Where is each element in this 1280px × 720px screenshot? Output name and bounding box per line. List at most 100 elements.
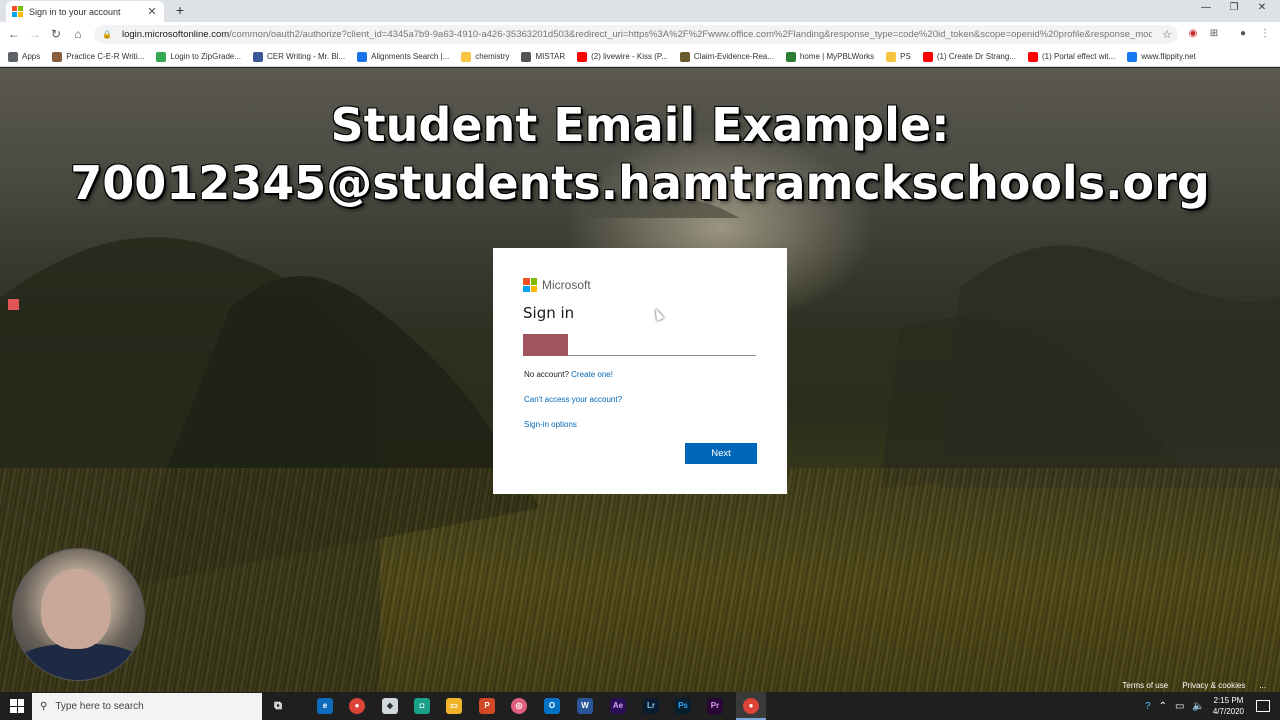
new-tab-button[interactable]: +: [172, 3, 188, 19]
extension-icon[interactable]: ◉: [1186, 27, 1200, 41]
bookmark-favicon-icon: [521, 51, 532, 62]
bookmark-label: (1) Create Dr Strang...: [936, 52, 1016, 61]
bookmark-favicon-icon: [1027, 51, 1038, 62]
photoshop-icon[interactable]: Ps: [675, 698, 691, 714]
cant-access-link[interactable]: Can't access your account?: [523, 395, 757, 404]
microsoft-logo-icon: [523, 278, 537, 292]
extensions-grid-icon[interactable]: ⊞: [1207, 27, 1221, 41]
bookmark-label: Practice C-E-R Writi...: [66, 52, 145, 61]
tray-chevron-icon[interactable]: ⌃: [1159, 701, 1167, 712]
profile-icon[interactable]: ●: [1236, 27, 1250, 41]
app-icon-7[interactable]: ◎: [511, 698, 527, 714]
clock-date: 4/7/2020: [1212, 707, 1244, 716]
signin-title: Sign in: [523, 304, 575, 322]
bookmark-label: (1) Portal effect wit...: [1041, 52, 1116, 61]
bookmark-item[interactable]: Apps: [8, 51, 40, 62]
bookmark-favicon-icon: [253, 51, 264, 62]
bookmark-label: (2) livewire - Kiss (P...: [591, 52, 668, 61]
home-button[interactable]: ⌂: [70, 26, 86, 42]
bookmark-item[interactable]: (1) Create Dr Strang...: [922, 51, 1016, 62]
bookmark-label: Alignments Search |...: [371, 52, 450, 61]
no-account-text: No account?: [524, 370, 569, 379]
chrome-active-icon[interactable]: ●: [743, 698, 759, 714]
browser-toolbar: ← → ↻ ⌂ 🔒 login.microsoftonline.com/comm…: [0, 22, 1280, 47]
bookmark-item[interactable]: chemistry: [461, 51, 509, 62]
taskbar-clock[interactable]: 2:15 PM 4/7/2020: [1213, 695, 1244, 717]
bookmark-item[interactable]: MISTAR: [521, 51, 566, 62]
bookmark-item[interactable]: (2) livewire - Kiss (P...: [577, 51, 668, 62]
bookmark-favicon-icon: [52, 51, 63, 62]
microsoft-wordmark: Microsoft: [542, 278, 591, 292]
create-account-link[interactable]: Create one!: [571, 370, 613, 379]
email-input[interactable]: [523, 334, 756, 356]
tab-close-icon[interactable]: ✕: [146, 5, 158, 18]
lightroom-icon[interactable]: Lr: [643, 698, 659, 714]
webcam-overlay: [12, 548, 145, 681]
signin-options-link[interactable]: Sign-in options: [523, 420, 757, 429]
no-account-row: No account? Create one!: [523, 370, 757, 379]
after-effects-icon[interactable]: Ae: [610, 698, 626, 714]
forward-button[interactable]: →: [27, 26, 43, 42]
next-button[interactable]: Next: [685, 443, 757, 464]
menu-kebab-icon[interactable]: ⋮: [1258, 27, 1272, 41]
bookmark-label: home | MyPBLWorks: [799, 52, 875, 61]
back-button[interactable]: ←: [6, 26, 22, 42]
word-icon[interactable]: W: [577, 698, 593, 714]
help-icon[interactable]: ?: [1145, 701, 1151, 712]
bookmark-item[interactable]: Login to ZipGrade...: [156, 51, 242, 62]
address-bar[interactable]: 🔒 login.microsoftonline.com/common/oauth…: [94, 25, 1178, 44]
bookmark-favicon-icon: [886, 51, 897, 62]
file-explorer-icon[interactable]: ▭: [446, 698, 462, 714]
webcam-person-head: [41, 569, 111, 649]
bookmark-item[interactable]: home | MyPBLWorks: [785, 51, 875, 62]
footer-links: Terms of use Privacy & cookies ...: [1122, 681, 1280, 690]
email-field[interactable]: [523, 334, 756, 356]
edge-icon[interactable]: e: [317, 698, 333, 714]
bookmark-label: Claim-Evidence-Rea...: [693, 52, 774, 61]
bookmark-item[interactable]: PS: [886, 51, 911, 62]
bookmark-favicon-icon: [679, 51, 690, 62]
signin-card: Microsoft Sign in No account? Create one…: [493, 248, 787, 494]
close-window-button[interactable]: ✕: [1242, 2, 1280, 13]
premiere-icon[interactable]: Pr: [707, 698, 723, 714]
tab-title: Sign in to your account: [29, 6, 121, 17]
bookmark-label: Login to ZipGrade...: [170, 52, 242, 61]
powerpoint-icon[interactable]: P: [479, 698, 495, 714]
speaker-icon[interactable]: 🔈: [1192, 701, 1204, 712]
privacy-cookies-link[interactable]: Privacy & cookies: [1182, 681, 1245, 690]
windows-taskbar: ⚲ Type here to search ⧉ e ● ◆ ◘ ▭ P ◎ O …: [0, 692, 1280, 720]
terms-of-use-link[interactable]: Terms of use: [1122, 681, 1168, 690]
record-indicator-icon: [8, 299, 19, 310]
network-icon[interactable]: ▭: [1175, 701, 1184, 712]
bookmark-item[interactable]: Alignments Search |...: [357, 51, 450, 62]
bookmark-favicon-icon: [1127, 51, 1138, 62]
task-view-icon[interactable]: ⧉: [270, 698, 286, 714]
bookmark-favicon-icon: [461, 51, 472, 62]
bookmark-star-icon[interactable]: ☆: [1162, 28, 1172, 41]
tab-strip: Sign in to your account ✕ + — ❐ ✕: [0, 0, 1280, 22]
app-icon-3[interactable]: ◆: [382, 698, 398, 714]
bookmark-item[interactable]: Claim-Evidence-Rea...: [679, 51, 774, 62]
app-icon-4[interactable]: ◘: [414, 698, 430, 714]
footer-more-icon[interactable]: ...: [1259, 681, 1266, 690]
webcam-person-shirt: [13, 644, 144, 680]
bookmark-item[interactable]: Practice C-E-R Writi...: [52, 51, 145, 62]
taskbar-search-box[interactable]: ⚲ Type here to search: [32, 693, 262, 720]
bookmark-label: PS: [900, 52, 911, 61]
reload-button[interactable]: ↻: [48, 26, 64, 42]
bookmark-item[interactable]: (1) Portal effect wit...: [1027, 51, 1116, 62]
bookmark-favicon-icon: [922, 51, 933, 62]
bookmark-label: MISTAR: [535, 52, 566, 61]
clock-time: 2:15 PM: [1213, 696, 1244, 705]
bookmark-favicon-icon: [156, 51, 167, 62]
login-page-background: Student Email Example: 70012345@students…: [0, 68, 1280, 692]
notifications-icon[interactable]: [1256, 700, 1270, 712]
bookmark-item[interactable]: CER Writing - Mr. Bl...: [253, 51, 345, 62]
windows-start-icon[interactable]: [10, 699, 24, 713]
chrome-icon[interactable]: ●: [349, 698, 365, 714]
outlook-icon[interactable]: O: [544, 698, 560, 714]
bookmark-item[interactable]: www.flippity.net: [1127, 51, 1196, 62]
microsoft-favicon-icon: [12, 6, 23, 17]
bookmark-favicon-icon: [357, 51, 368, 62]
browser-tab[interactable]: Sign in to your account ✕: [6, 1, 164, 22]
